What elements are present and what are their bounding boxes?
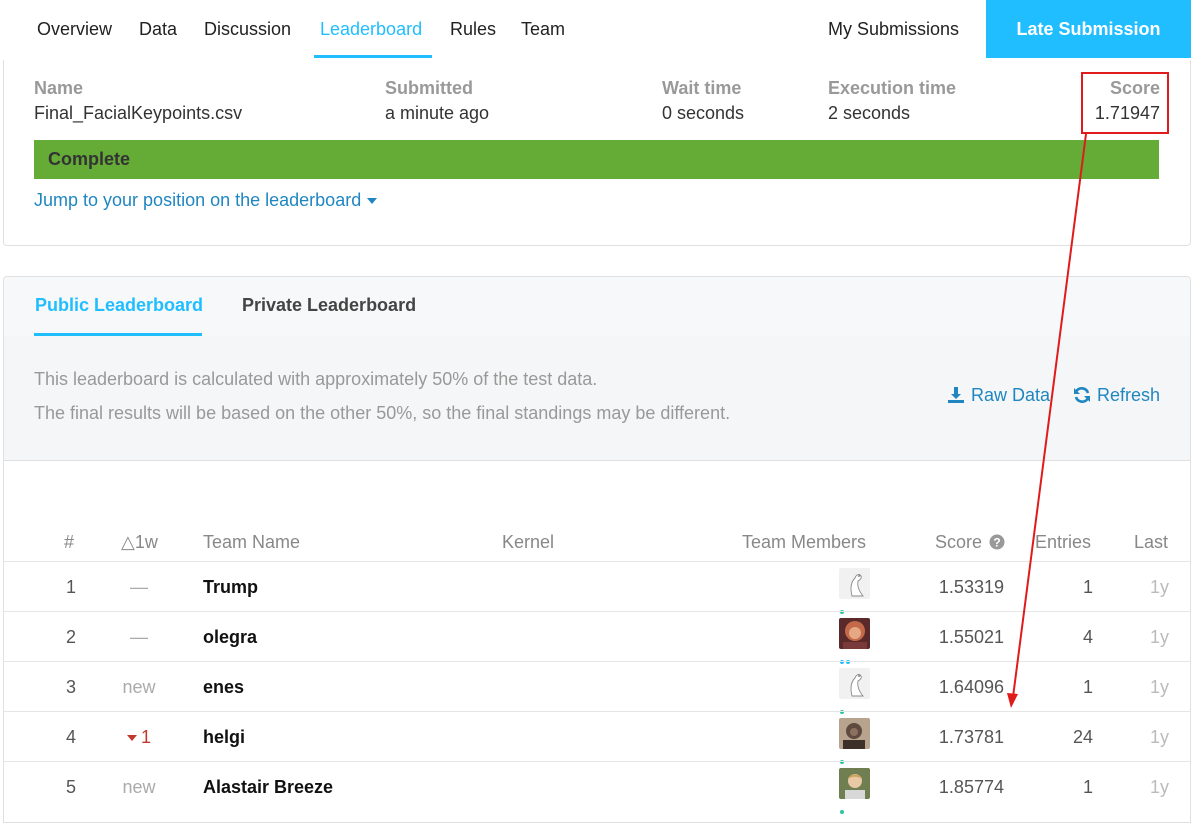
name-label: Name <box>34 78 84 98</box>
member-dots <box>840 651 852 664</box>
change-cell: — <box>130 627 148 647</box>
change-cell: new <box>122 677 156 697</box>
table-row[interactable]: 5 new Alastair Breeze 1.85774 1 1y <box>4 761 1190 814</box>
refresh-label: Refresh <box>1097 385 1161 405</box>
tab-discussion[interactable]: Discussion <box>204 0 291 58</box>
rank-cell: 3 <box>65 677 76 697</box>
raw-data-link[interactable]: Raw Data <box>947 385 1050 406</box>
team-name-link[interactable]: Alastair Breeze <box>203 762 333 812</box>
tab-team[interactable]: Team <box>521 0 565 58</box>
col-header-change: △1w <box>121 532 158 552</box>
member-dots <box>840 601 846 614</box>
team-name-link[interactable]: Trump <box>203 562 258 612</box>
caret-down-icon <box>367 198 378 205</box>
score-cell: 1.55021 <box>938 627 1004 647</box>
wait-time-label: Wait time <box>662 78 742 98</box>
member-dots <box>840 701 846 714</box>
entries-cell: 24 <box>1072 727 1093 747</box>
avatar[interactable] <box>839 568 870 599</box>
last-cell: 1y <box>1149 727 1169 747</box>
submitted-column: Submitted a minute ago <box>385 77 489 127</box>
refresh-icon <box>1074 387 1090 403</box>
score-cell: 1.53319 <box>938 577 1004 597</box>
submission-filename: Final_FacialKeypoints.csv <box>34 103 243 123</box>
active-tab-underline <box>314 55 432 58</box>
table-row[interactable]: 3 new enes 1.64096 1 1y <box>4 661 1190 714</box>
avatar[interactable] <box>839 618 870 649</box>
tab-rules[interactable]: Rules <box>450 0 496 58</box>
execution-time-column: Execution time 2 seconds <box>828 77 956 127</box>
col-header-team-name: Team Name <box>203 532 301 552</box>
tab-public-leaderboard[interactable]: Public Leaderboard <box>35 277 203 335</box>
table-row[interactable]: 2 — olegra 1.55021 4 1y <box>4 611 1190 664</box>
submitted-value: a minute ago <box>385 103 490 123</box>
info-line-2: The final results will be based on the o… <box>34 403 731 423</box>
help-icon[interactable]: ? <box>989 534 1005 550</box>
entries-cell: 4 <box>1082 627 1093 647</box>
col-header-last: Last <box>1134 532 1169 552</box>
jump-link-label: Jump to your position on the leaderboard <box>34 190 362 210</box>
score-highlight-box <box>1081 72 1169 134</box>
change-value: 1 <box>140 727 151 747</box>
avatar[interactable] <box>839 768 870 799</box>
score-cell: 1.64096 <box>938 677 1004 697</box>
entries-cell: 1 <box>1082 577 1093 597</box>
wait-time-value: 0 seconds <box>662 103 745 123</box>
rank-cell: 1 <box>65 577 76 597</box>
tab-data[interactable]: Data <box>139 0 177 58</box>
download-icon <box>948 387 964 403</box>
info-line-1: This leaderboard is calculated with appr… <box>34 369 598 389</box>
col-header-rank: # <box>64 532 75 552</box>
team-name-link[interactable]: helgi <box>203 712 245 762</box>
last-cell: 1y <box>1149 627 1169 647</box>
avatar[interactable] <box>839 718 870 749</box>
submission-name-column: Name Final_FacialKeypoints.csv <box>34 77 242 127</box>
top-nav: Overview Data Discussion Leaderboard Rul… <box>3 0 1191 61</box>
last-cell: 1y <box>1149 677 1169 697</box>
tab-overview[interactable]: Overview <box>37 0 112 58</box>
member-dots <box>840 801 846 814</box>
avatar[interactable] <box>839 668 870 699</box>
entries-cell: 1 <box>1082 777 1093 797</box>
team-name-link[interactable]: enes <box>203 662 244 712</box>
wait-time-column: Wait time 0 seconds <box>662 77 744 127</box>
jump-to-position-link[interactable]: Jump to your position on the leaderboard <box>34 190 378 211</box>
col-header-entries: Entries <box>1035 532 1092 552</box>
rank-down-icon <box>126 735 137 742</box>
score-cell: 1.73781 <box>938 727 1004 747</box>
submitted-label: Submitted <box>385 78 473 98</box>
svg-text:?: ? <box>993 536 1000 550</box>
refresh-link[interactable]: Refresh <box>1073 385 1160 406</box>
rank-cell: 4 <box>65 727 76 747</box>
col-header-kernel: Kernel <box>502 532 555 552</box>
table-row[interactable]: 4 1 helgi 1.73781 24 1y <box>4 711 1190 764</box>
raw-data-label: Raw Data <box>971 385 1051 405</box>
leaderboard-card: Public Leaderboard Private Leaderboard T… <box>3 276 1191 823</box>
rank-cell: 5 <box>65 777 76 797</box>
submission-summary-card: Name Final_FacialKeypoints.csv Submitted… <box>3 60 1191 246</box>
change-cell: 1 <box>104 712 174 762</box>
table-row[interactable]: 1 — Trump 1.53319 1 1y <box>4 561 1190 614</box>
tab-leaderboard[interactable]: Leaderboard <box>320 0 422 58</box>
tab-private-leaderboard[interactable]: Private Leaderboard <box>242 277 416 335</box>
last-cell: 1y <box>1149 577 1169 597</box>
execution-time-value: 2 seconds <box>828 103 911 123</box>
leaderboard-tabs: Public Leaderboard Private Leaderboard <box>4 277 1190 337</box>
change-cell: new <box>122 777 156 797</box>
score-cell: 1.85774 <box>938 777 1004 797</box>
status-complete-bar: Complete <box>34 140 1159 179</box>
last-cell: 1y <box>1149 777 1169 797</box>
my-submissions-link[interactable]: My Submissions <box>828 0 959 58</box>
rank-cell: 2 <box>65 627 76 647</box>
late-submission-button[interactable]: Late Submission <box>986 0 1191 58</box>
execution-time-label: Execution time <box>828 78 957 98</box>
team-name-link[interactable]: olegra <box>203 612 257 662</box>
col-header-score[interactable]: Score ? <box>935 532 1005 553</box>
score-header-label: Score <box>935 532 983 552</box>
col-header-team-members: Team Members <box>742 532 867 552</box>
change-cell: — <box>130 577 148 597</box>
member-dots <box>840 751 846 764</box>
entries-cell: 1 <box>1082 677 1093 697</box>
